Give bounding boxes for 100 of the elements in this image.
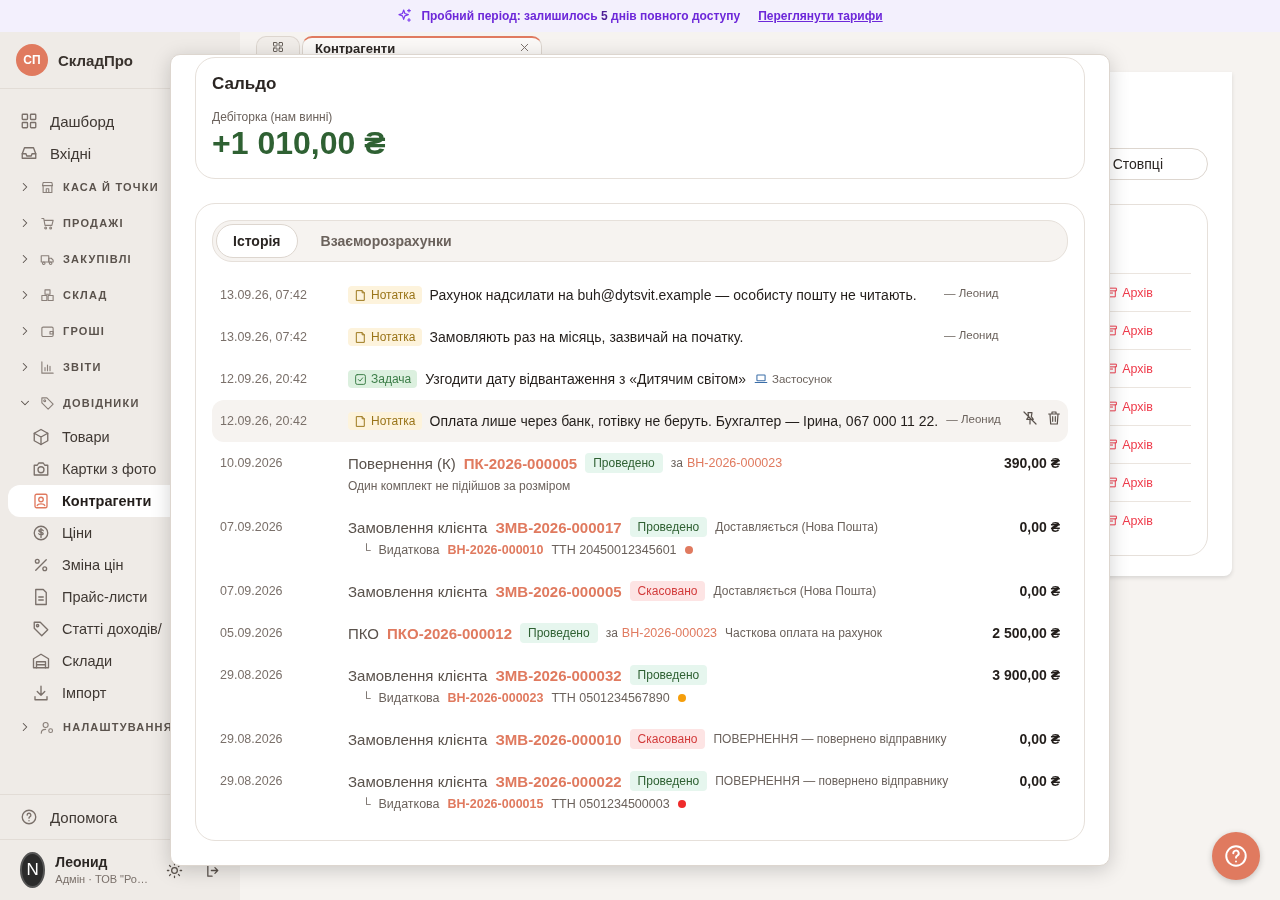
percent-icon [32, 556, 50, 574]
entry-tag: Задача [348, 370, 418, 388]
status-badge: Проведено [629, 665, 708, 685]
entry-amount: 390,00 ₴ [1003, 454, 1060, 473]
status-badge: Проведено [629, 771, 708, 791]
entry-tag: Нотатка [348, 412, 422, 430]
status-badge: Скасовано [629, 581, 706, 601]
help-icon [20, 808, 38, 826]
entry-date: 05.09.2026 [220, 625, 284, 642]
entry-author: — Леонид [944, 286, 999, 301]
bar-chart-icon [40, 359, 55, 375]
note-icon [354, 330, 367, 344]
download-icon [32, 684, 50, 702]
entry-amount: 0,00 ₴ [1019, 518, 1060, 537]
entry-amount: 2 500,00 ₴ [992, 624, 1060, 643]
entry-date: 07.09.2026 [220, 583, 284, 600]
contact-card-icon [32, 492, 50, 510]
note-icon [354, 288, 367, 302]
unpin-button[interactable] [1022, 410, 1039, 426]
entry-date: 10.09.2026 [220, 455, 284, 472]
note-text: Замовляють раз на місяць, зазвичай на початку. [429, 329, 744, 345]
history-row[interactable]: 12.09.26, 20:42 Нотатка Оплата лише через банк, готівку не беруть. Бухгалтер — Ірина, 067 000 11 22. — Леонид [212, 400, 1068, 442]
inbox-icon [20, 144, 38, 162]
help-icon [1223, 843, 1249, 869]
warehouse-icon [32, 652, 50, 670]
balance-label: Дебіторка (нам винні) [212, 110, 334, 124]
grid-icon [272, 41, 284, 53]
sparkle-icon [397, 8, 414, 24]
trash-icon [1046, 410, 1063, 426]
note-text: Узгодити дату відвантаження з «Дитячим світом» [425, 371, 746, 387]
document-icon [32, 588, 50, 606]
source-label: Застосунок [753, 372, 832, 386]
history-row[interactable]: 13.09.26, 07:42 Нотатка Замовляють раз на місяць, зазвичай на початку. — Леонид [212, 316, 1068, 358]
store-icon [40, 179, 55, 195]
entry-info: ПОВЕРНЕННЯ — повернено відправнику [715, 774, 949, 788]
status-badge: Проведено [585, 453, 663, 473]
help-button[interactable] [1212, 832, 1260, 880]
document-type: Замовлення клієнта [348, 730, 488, 748]
user-settings-icon [40, 719, 55, 735]
entry-amount: 3 900,00 ₴ [992, 666, 1060, 685]
history-row[interactable]: 12.09.26, 20:42 Задача Узгодити дату відвантаження з «Дитячим світом» Застосунок [212, 358, 1068, 400]
entry-date: 13.09.26, 07:42 [220, 329, 308, 346]
entry-author: — Леонид [944, 328, 999, 343]
entry-tag: Нотатка [348, 328, 422, 346]
logo: СП [16, 44, 48, 76]
entry-amount: 0,00 ₴ [1019, 772, 1060, 791]
brand-name: СкладПро [58, 51, 134, 69]
history-tab[interactable]: Історія [216, 224, 298, 258]
tracking-number: ТТН 0501234567890 [551, 691, 670, 705]
entry-date: 29.08.2026 [220, 667, 284, 684]
branch-mark: └ [362, 691, 371, 705]
entry-comment: Один комплект не підійшов за розміром [348, 479, 571, 493]
shipment-label: Видаткова [378, 543, 440, 557]
document-type: ПКО [348, 624, 380, 642]
box-icon [32, 428, 50, 446]
note-icon [354, 414, 367, 428]
dollar-icon [32, 524, 50, 542]
document-type: Замовлення клієнта [348, 582, 488, 600]
entry-date: 12.09.26, 20:42 [220, 413, 308, 430]
laptop-icon [753, 372, 768, 386]
status-badge: Проведено [520, 623, 598, 643]
history-row[interactable]: 13.09.26, 07:42 Нотатка Рахунок надсилати на buh@dytsvit.example — особисту пошту не читають. — Леонид [212, 274, 1068, 316]
delete-button[interactable] [1046, 410, 1063, 426]
pricing-link[interactable]: Переглянути тарифи [758, 9, 883, 23]
entry-tag: Нотатка [348, 286, 422, 304]
document-type: Замовлення клієнта [348, 666, 488, 684]
help-link[interactable]: Допомога [8, 801, 130, 833]
balance-amount: +1 010,00 ₴ [212, 124, 387, 162]
shipment-label: Видаткова [378, 797, 440, 811]
entry-date: 29.08.2026 [220, 731, 284, 748]
entry-date: 13.09.26, 07:42 [220, 287, 308, 304]
user-avatar: N [20, 852, 46, 888]
document-type: Повернення (К) [348, 454, 456, 472]
note-text: Оплата лише через банк, готівку не беруть. Бухгалтер — Ірина, 067 000 11 22. [429, 413, 939, 429]
history-row[interactable]: 29.08.2026 Замовлення клієнта ЗМВ-2026-000010 Скасовано ПОВЕРНЕННЯ — повернено відправнику 0,00 ₴ [212, 718, 1068, 760]
entry-date: 07.09.2026 [220, 519, 284, 536]
branch-mark: └ [362, 543, 371, 557]
tag-icon [40, 395, 55, 411]
tracking-number: ТТН 0501234500003 [551, 797, 670, 811]
basis-label: за [670, 456, 683, 470]
basis-label: за [605, 626, 618, 640]
entry-amount: 0,00 ₴ [1019, 730, 1060, 749]
wallet-icon [40, 323, 55, 339]
tracking-number: ТТН 20450012345601 [551, 543, 677, 557]
balance-title: Сальдо [212, 74, 278, 94]
dashboard-icon [20, 112, 38, 130]
entry-date: 12.09.26, 20:42 [220, 371, 308, 388]
document-type: Замовлення клієнта [348, 772, 488, 790]
status-badge: Проведено [629, 517, 708, 537]
branch-mark: └ [362, 797, 371, 811]
history-tab[interactable]: Взаєморозрахунки [303, 224, 469, 258]
entry-info: Доставляється (Нова Пошта) [715, 520, 878, 534]
note-text: Рахунок надсилати на buh@dytsvit.example — особисту пошту не читають. [429, 287, 917, 303]
entry-amount: 0,00 ₴ [1019, 582, 1060, 601]
status-badge: Скасовано [629, 729, 706, 749]
nav-group[interactable]: КАСА Й ТОЧКИ [8, 169, 232, 205]
entry-info: Часткова оплата на рахунок [725, 626, 883, 640]
entry-author: — Леонид [946, 412, 1001, 427]
entry-info: ПОВЕРНЕННЯ — повернено відправнику [713, 732, 947, 746]
shipment-label: Видаткова [378, 691, 440, 705]
